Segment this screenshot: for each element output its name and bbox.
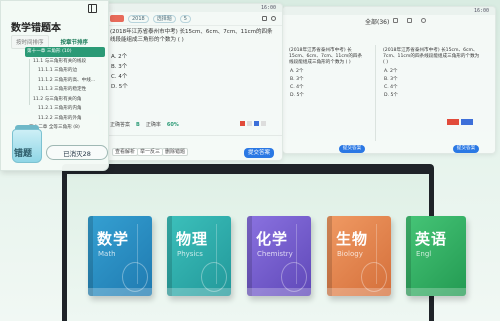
result-line: 正确答案 B 正确率 60% [110,121,179,129]
option-c[interactable]: C. 4个 [377,83,405,91]
book-math[interactable]: 数学 Math [88,216,152,296]
book-subtitle: Engl [416,250,432,258]
tree-item-11-2-2[interactable]: 11.2.2 三角形的外角 [27,114,105,124]
option-d[interactable]: D. 5个 [377,91,405,99]
tree-item-11-1-2[interactable]: 11.1.2 三角形的高、中线... [27,76,105,86]
eliminated-count-badge[interactable]: 已消灭28 [46,145,108,160]
answer-marker-blue [461,119,473,125]
book-title: 数学 [97,230,130,248]
share-icon[interactable] [421,18,426,23]
answer-marker-red [447,119,459,125]
book-spine [88,216,93,296]
question-toolbar: 2018 选择题 5 [104,12,282,26]
tree-item-11-1-1[interactable]: 11.1.1 三角形的边 [27,66,105,76]
option-c[interactable]: C. 4个 [283,83,311,91]
divider [104,135,282,136]
submit-button[interactable]: 提交答案 [453,145,479,153]
page-title: 数学错题本 [11,23,61,34]
book-title: 物理 [176,230,209,248]
panel-header: 全部(36) [283,15,495,27]
option-b[interactable]: B. 3个 [283,75,311,83]
book-foot [88,288,152,296]
book-physics[interactable]: 物理 Physics [167,216,231,296]
book-english[interactable]: 英语 Engl [406,216,466,296]
more-icon[interactable] [271,16,276,21]
chip-year[interactable]: 2018 [128,14,149,23]
question-text: (2018年江苏省泰州市中考) 长15cm、6cm、7cm、11cm的四条线段能… [110,29,273,43]
book-spine [247,216,252,296]
book-foot [327,288,391,296]
book-biology[interactable]: 生物 Biology [327,216,391,296]
collapse-sidebar-icon[interactable] [88,4,97,13]
option-a[interactable]: A. 2个 [283,67,311,75]
grid-cell [254,121,259,126]
submit-button[interactable]: 提交答案 [339,145,365,153]
answer-label: 正确答案 [110,122,131,128]
status-time: 16:00 [473,8,489,14]
jar-label: 错题 [14,149,33,159]
answer-grid [240,121,267,126]
book-chemistry[interactable]: 化学 Chemistry [247,216,311,296]
book-title: 英语 [415,230,448,248]
option-b[interactable]: B. 3个 [104,61,282,71]
chip-type[interactable]: 选择题 [152,14,176,23]
sidebar: 数学错题本 按时间排序 按章节排序 第十一章 三角形 (10) 11.1 与三角… [0,0,109,171]
tree-item-11-2-1[interactable]: 11.2.1 三角形的内角 [27,104,105,114]
rate-value: 60% [166,121,179,128]
answer-value: B [136,121,140,128]
book-subtitle: Chemistry [257,250,293,258]
submit-button[interactable]: 提交答案 [244,148,274,158]
grid-cell [240,121,245,126]
status-bar: 16:00 [283,7,495,15]
question-text: (2018年江苏省泰州市中考) 长15cm、6cm、7cm、11cm的四条线段能… [289,48,363,65]
option-d[interactable]: D. 5个 [283,91,311,99]
column-divider [375,45,376,141]
tree-item-chapter-11[interactable]: 第十一章 三角形 (10) [25,47,105,57]
book-spine [167,216,172,296]
book-title: 化学 [256,230,289,248]
similar-button[interactable]: 举一反三 [137,148,164,156]
chapter-tree: 第十一章 三角形 (10) 11.1 与三角形有关的线段 11.1.1 三角形的… [25,47,105,133]
book-foot [247,288,311,296]
filter-all-label[interactable]: 全部(36) [365,17,389,26]
option-a[interactable]: A. 2个 [104,51,282,61]
year-badge [110,15,124,22]
status-time: 16:00 [260,5,276,11]
option-a[interactable]: A. 2个 [377,67,405,75]
tree-item-11-2[interactable]: 11.2 与三角形有关的角 [27,95,105,105]
option-d[interactable]: D. 5个 [104,81,282,91]
option-b[interactable]: B. 3个 [377,75,405,83]
book-spine [327,216,332,296]
print-icon[interactable] [407,18,412,23]
book-subtitle: Math [98,250,116,258]
book-subtitle: Biology [337,250,363,258]
tree-item-11-1-3[interactable]: 11.1.3 三角形的稳定性 [27,85,105,95]
grid-cell [261,121,266,126]
chip-score[interactable]: 5 [179,14,191,23]
question-panel-right: 16:00 全部(36) (2018年江苏省泰州市中考) 长15cm、6cm、7… [282,6,496,154]
grid-cell [247,121,252,126]
book-foot [167,288,231,296]
book-foot [406,288,466,296]
option-c[interactable]: C. 4个 [104,71,282,81]
book-spine [406,216,411,296]
tree-item-11-1[interactable]: 11.1 与三角形有关的线段 [27,57,105,67]
status-bar: 16:00 [104,4,282,12]
book-title: 生物 [336,230,369,248]
bookmark-icon[interactable] [262,16,267,21]
delete-button[interactable]: 删除错题 [162,148,189,156]
eliminated-text: 已消灭28 [63,149,91,158]
book-subtitle: Physics [177,250,203,258]
question-panel-main: 16:00 2018 选择题 5 (2018年江苏省泰州市中考) 长15cm、6… [103,3,283,161]
question-text-2: (2018年江苏省泰州市中考) 长15cm、6cm、7cm、11cm的四条线段能… [383,48,480,65]
analysis-button[interactable]: 查看解析 [112,148,139,156]
favorite-icon[interactable] [393,18,398,23]
rate-label: 正确率 [145,122,161,128]
